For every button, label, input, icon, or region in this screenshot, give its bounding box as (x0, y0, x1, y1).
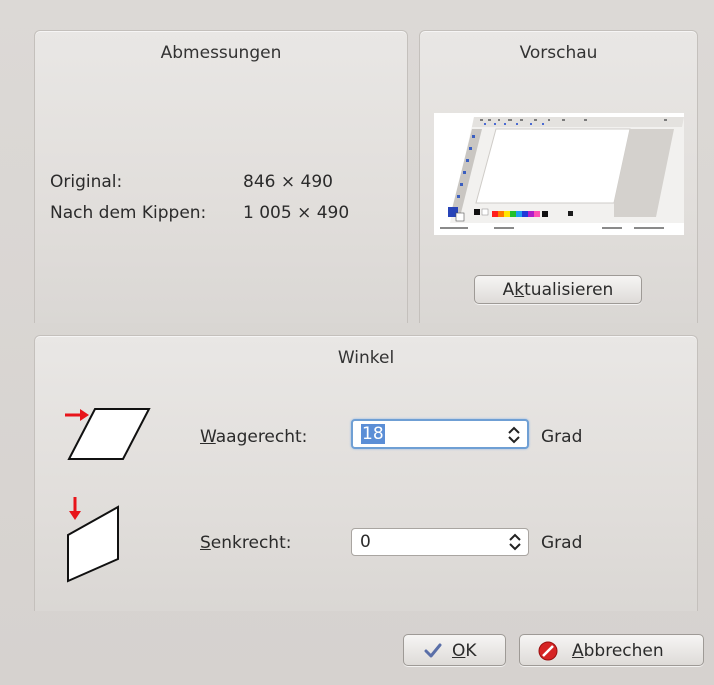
preview-thumbnail (434, 113, 684, 235)
vertical-angle-value[interactable]: 0 (360, 531, 371, 553)
original-size-row: Original: 846 × 490 (50, 172, 333, 192)
vertical-angle-spinbox[interactable]: 0 (351, 528, 529, 556)
skew-vertical-icon (67, 497, 119, 583)
checkmark-icon (424, 643, 442, 658)
preview-group: Vorschau Aktualisieren (419, 30, 698, 323)
vertical-unit: Grad (541, 533, 583, 553)
dimensions-group: Abmessungen Original: 846 × 490 Nach dem… (34, 30, 408, 323)
horizontal-unit: Grad (541, 427, 583, 447)
horizontal-angle-spinbox[interactable]: 18 (351, 419, 529, 449)
horizontal-label: Waagerecht: (200, 427, 308, 447)
angle-title: Winkel (337, 348, 395, 368)
after-skew-label: Nach dem Kippen: (50, 203, 207, 223)
cancel-button[interactable]: Abbrechen (519, 634, 704, 666)
update-preview-button[interactable]: Aktualisieren (474, 275, 642, 304)
cancel-icon (538, 641, 558, 661)
skew-horizontal-icon (65, 408, 151, 460)
after-skew-size-row: Nach dem Kippen: 1 005 × 490 (50, 203, 349, 223)
horizontal-angle-value[interactable]: 18 (361, 424, 385, 444)
spin-arrows-icon[interactable] (508, 533, 522, 551)
vertical-label: Senkrecht: (200, 533, 292, 553)
dimensions-title: Abmessungen (160, 43, 282, 63)
spin-arrows-icon[interactable] (507, 426, 521, 444)
original-label: Original: (50, 172, 123, 192)
preview-title: Vorschau (519, 43, 598, 63)
ok-button[interactable]: OK (403, 634, 506, 666)
after-skew-value: 1 005 × 490 (243, 203, 350, 223)
original-value: 846 × 490 (243, 172, 333, 192)
angle-group: Winkel Waagerecht: 18 Grad Senkrecht: 0 … (34, 335, 698, 611)
